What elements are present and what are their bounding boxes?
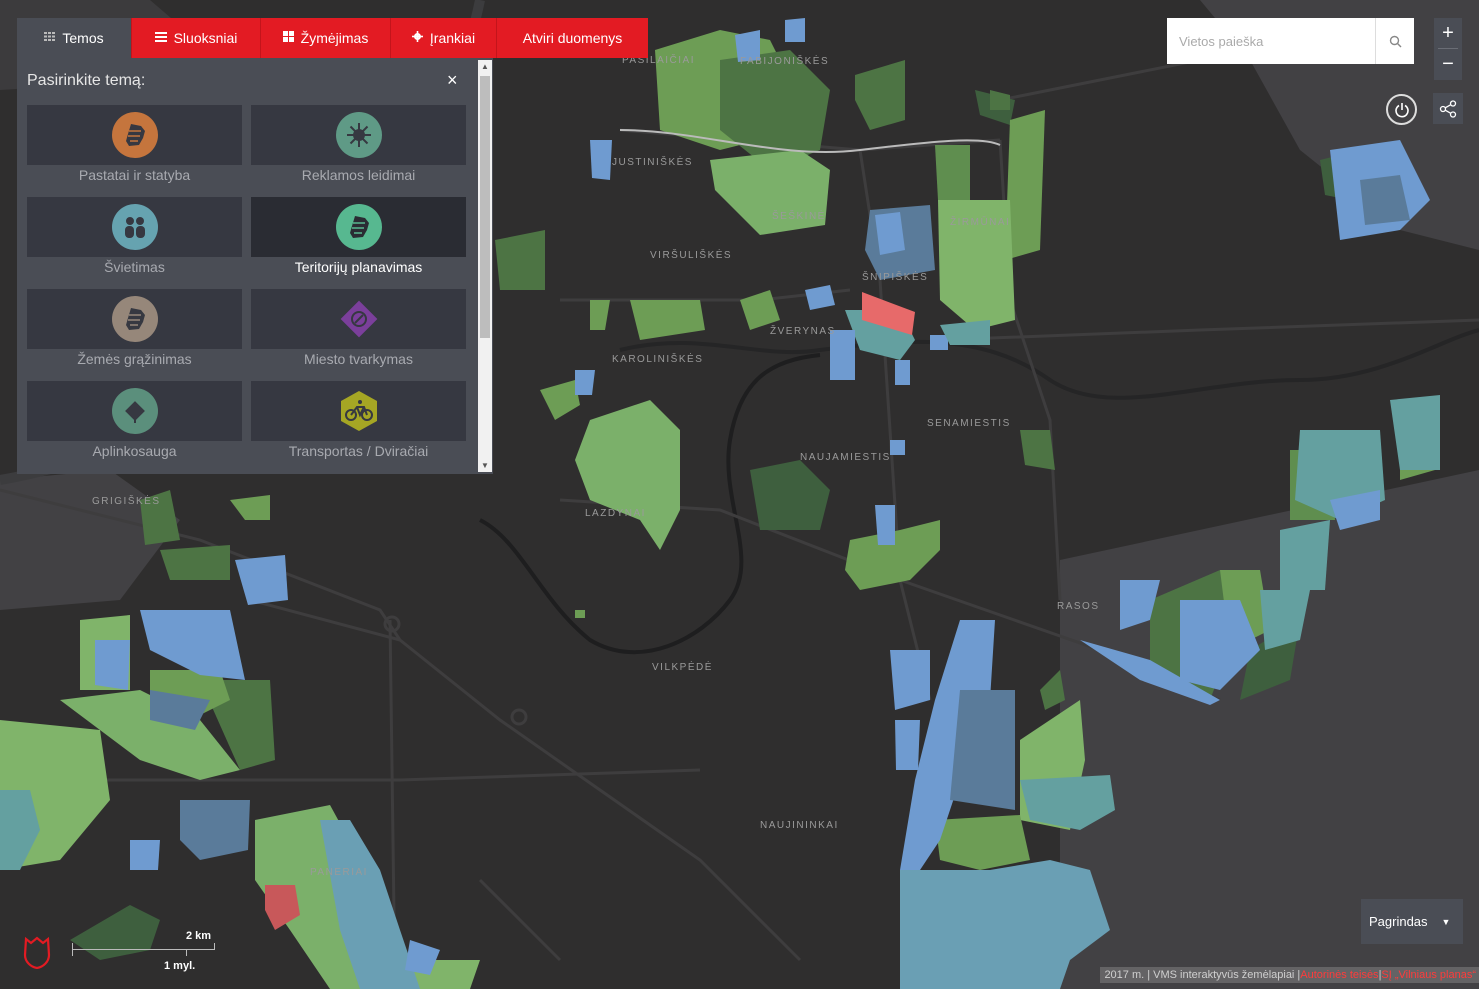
scale-tick — [72, 943, 73, 956]
grid-icon — [44, 32, 56, 44]
tab-label: Žymėjimas — [300, 30, 369, 46]
bicycle-icon — [336, 388, 382, 434]
map-label: FABIJONIŠKĖS — [740, 54, 829, 67]
scale-bar: 2 km 1 myl. — [72, 930, 222, 972]
zoom-in-button[interactable]: + — [1434, 18, 1462, 48]
map-label: NAUJININKAI — [760, 820, 839, 831]
tab-sluoksniai[interactable]: Sluoksniai — [131, 18, 260, 58]
theme-label: Švietimas — [104, 259, 165, 275]
map-label: VILKPĖDĖ — [652, 660, 713, 673]
theme-label: Žemės grąžinimas — [77, 351, 192, 367]
theme-label: Teritorijų planavimas — [294, 259, 423, 275]
map-label: SENAMIESTIS — [927, 418, 1011, 429]
attribution-text: 2017 m. | VMS interaktyvūs žemėlapiai | — [1104, 969, 1301, 981]
close-icon[interactable]: × — [447, 70, 458, 91]
share-button[interactable] — [1433, 93, 1463, 124]
tab-atviri-duomenys[interactable]: Atviri duomenys — [496, 18, 648, 58]
tab-label: Įrankiai — [429, 30, 476, 46]
theme-label: Aplinkosauga — [92, 443, 177, 459]
city-care-icon — [336, 296, 382, 342]
scroll-thumb[interactable] — [480, 76, 490, 338]
map-label: ŽVERYNAS — [770, 324, 836, 337]
map-label: PANERIAI — [310, 867, 368, 878]
theme-card-aplinkosauga[interactable] — [27, 381, 242, 441]
scale-tick — [214, 943, 215, 950]
theme-label: Transportas / Dviračiai — [288, 443, 429, 459]
marking-icon — [282, 31, 294, 45]
panel-title: Pasirinkite temą: — [27, 72, 146, 89]
leaf-icon — [111, 388, 158, 434]
scale-km-label: 2 km — [186, 930, 212, 942]
map-label: LAZDYNAI — [585, 508, 646, 519]
theme-card-pastatai[interactable] — [27, 105, 242, 165]
basemap-label: Pagrindas — [1369, 914, 1428, 929]
theme-card-reklamos[interactable] — [251, 105, 466, 165]
tab-label: Temos — [62, 30, 104, 46]
power-button[interactable] — [1386, 94, 1417, 125]
tab-zymejimas[interactable]: Žymėjimas — [260, 18, 390, 58]
scale-line — [72, 949, 215, 950]
vilnius-logo[interactable] — [22, 935, 52, 969]
themes-panel: Pasirinkite temą: × Pastatai ir statyba … — [17, 58, 493, 474]
theme-label: Reklamos leidimai — [301, 167, 416, 183]
map-label: NAUJAMIESTIS — [800, 452, 891, 463]
map-label: RASOS — [1057, 601, 1100, 612]
vilniaus-planas-link[interactable]: SĮ „Vilniaus planas“ — [1381, 969, 1476, 981]
caret-down-icon: ▼ — [1441, 916, 1451, 927]
theme-card-svietimas[interactable] — [27, 197, 242, 257]
search-input[interactable] — [1167, 18, 1376, 64]
sunburst-icon — [335, 112, 382, 158]
theme-card-zemes[interactable] — [27, 289, 242, 349]
map-label: VIRŠULIŠKĖS — [650, 248, 732, 261]
tab-label: Sluoksniai — [173, 30, 238, 46]
theme-card-teritoriju[interactable] — [251, 197, 466, 257]
top-nav: Temos Sluoksniai Žymėjimas Įrankiai Atvi… — [17, 18, 648, 58]
power-icon — [1394, 102, 1409, 117]
scale-tick — [186, 949, 187, 956]
gear-icon — [411, 31, 423, 45]
territory-icon — [335, 204, 382, 250]
attribution-bar: 2017 m. | VMS interaktyvūs žemėlapiai | … — [1100, 967, 1479, 983]
map-label: ŽIRMŪNAI — [950, 215, 1010, 228]
theme-card-transportas[interactable] — [251, 381, 466, 441]
layers-icon — [154, 31, 167, 45]
scroll-up-icon[interactable]: ▲ — [481, 62, 489, 71]
tab-label: Atviri duomenys — [522, 30, 623, 46]
search-button[interactable] — [1375, 18, 1414, 64]
land-icon — [111, 296, 158, 342]
tab-irankiai[interactable]: Įrankiai — [390, 18, 496, 58]
zoom-control: + − — [1434, 18, 1462, 80]
basemap-selector[interactable]: Pagrindas ▼ — [1361, 899, 1463, 944]
scroll-down-icon[interactable]: ▼ — [481, 461, 489, 470]
tab-temos[interactable]: Temos — [17, 18, 131, 58]
map-label: JUSTINIŠKĖS — [612, 155, 693, 168]
panel-scrollbar[interactable]: ▲ ▼ — [478, 60, 492, 472]
search-icon — [1389, 35, 1402, 47]
building-icon — [111, 112, 158, 158]
map-label: GRIGIŠKĖS — [92, 494, 161, 507]
zoom-out-button[interactable]: − — [1434, 49, 1462, 79]
map-label: ŠEŠKINĖ — [772, 209, 826, 222]
map-label: ŠNIPIŠKĖS — [862, 270, 928, 283]
scale-mi-label: 1 myl. — [164, 960, 196, 972]
share-icon — [1439, 99, 1457, 118]
theme-card-miesto[interactable] — [251, 289, 466, 349]
location-search — [1167, 18, 1414, 64]
theme-label: Miesto tvarkymas — [304, 351, 413, 367]
copyright-link[interactable]: Autorinės teisės — [1300, 969, 1378, 981]
people-icon — [111, 204, 158, 250]
theme-label: Pastatai ir statyba — [78, 167, 191, 183]
map-label: KAROLINIŠKĖS — [612, 352, 703, 365]
